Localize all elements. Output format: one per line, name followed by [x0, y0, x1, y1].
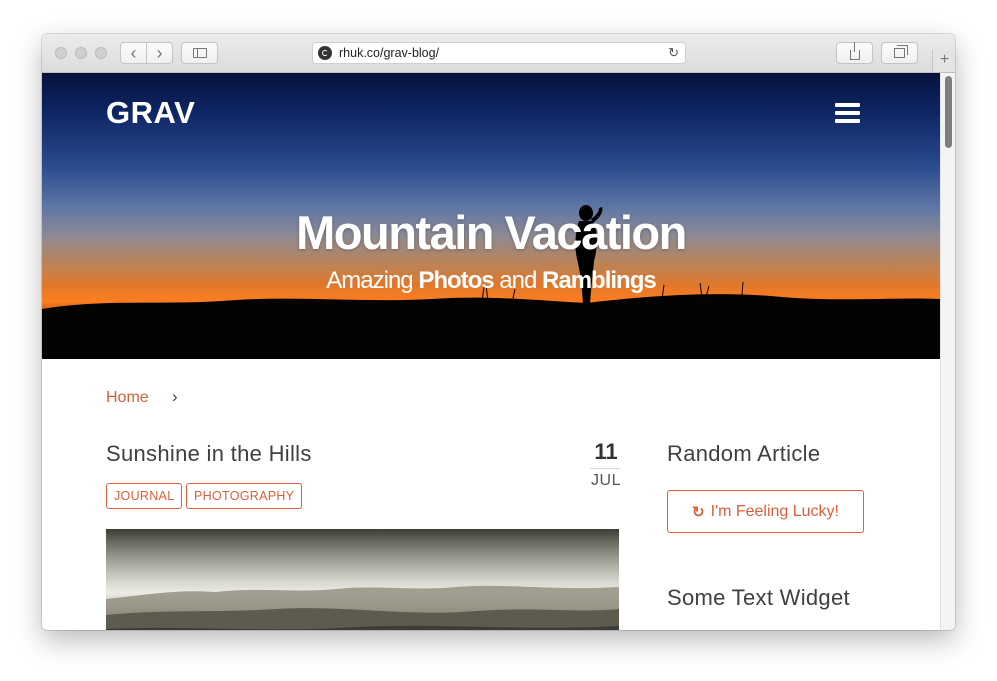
page-viewport: GRAV Mountain Vacation Amazing Photos an… [42, 73, 940, 630]
hamburger-menu-icon[interactable] [835, 103, 860, 124]
close-window-button[interactable] [55, 47, 67, 59]
new-tab-button[interactable]: + [932, 50, 955, 72]
hero-subtitle-emphasis: Photos [418, 267, 494, 294]
text-widget-heading: Some Text Widget [667, 585, 850, 610]
feeling-lucky-label: I'm Feeling Lucky! [710, 502, 839, 520]
post-date-month: JUL [591, 472, 621, 489]
tag-journal[interactable]: JOURNAL [106, 483, 183, 509]
hero-subtitle-part: and [493, 267, 543, 294]
vertical-scrollbar[interactable] [940, 73, 955, 630]
share-icon [849, 42, 860, 60]
plus-icon: + [939, 51, 950, 68]
hero-banner: GRAV Mountain Vacation Amazing Photos an… [42, 73, 940, 359]
hero-subtitle-part: Amazing [326, 267, 419, 294]
breadcrumb-home-link[interactable]: Home [106, 389, 149, 407]
tabs-icon [894, 45, 908, 58]
hero-subtitle: Amazing Photos and Ramblings [42, 267, 940, 295]
tab-overview-button[interactable] [881, 42, 918, 64]
hero-title: Mountain Vacation [296, 206, 687, 259]
chevron-right-icon: › [156, 43, 163, 63]
site-favicon-icon [318, 46, 332, 60]
forward-button[interactable]: › [146, 42, 173, 64]
minimize-window-button[interactable] [75, 47, 87, 59]
feeling-lucky-button[interactable]: ↻ I'm Feeling Lucky! [667, 490, 864, 533]
zoom-window-button[interactable] [95, 47, 107, 59]
date-divider [590, 468, 620, 469]
hero-subtitle-emphasis: Ramblings [542, 267, 657, 294]
sidebar-toggle-button[interactable] [181, 42, 218, 64]
chevron-left-icon: ‹ [130, 43, 137, 63]
browser-toolbar: ‹ › rhuk.co/grav-blog/ ↻ [42, 34, 955, 73]
post-date-day: 11 [594, 439, 618, 464]
breadcrumb-chevron-icon: › [172, 387, 178, 406]
back-button[interactable]: ‹ [120, 42, 147, 64]
url-text: rhuk.co/grav-blog/ [339, 46, 440, 60]
post-featured-image[interactable] [106, 529, 619, 630]
browser-window: ‹ › rhuk.co/grav-blog/ ↻ + GRAV Mountain… [42, 34, 955, 630]
reload-icon[interactable]: ↻ [668, 45, 679, 61]
post-title[interactable]: Sunshine in the Hills [106, 441, 312, 467]
shuffle-icon: ↻ [691, 503, 705, 521]
hills-landscape-graphic [106, 585, 619, 630]
random-article-heading: Random Article [667, 441, 821, 466]
share-button[interactable] [836, 42, 873, 64]
scrollbar-thumb[interactable] [945, 76, 952, 148]
address-bar[interactable]: rhuk.co/grav-blog/ ↻ [312, 42, 686, 64]
tag-photography[interactable]: PHOTOGRAPHY [186, 483, 303, 509]
sidebar-icon [192, 48, 207, 58]
site-logo[interactable]: GRAV [106, 95, 195, 131]
